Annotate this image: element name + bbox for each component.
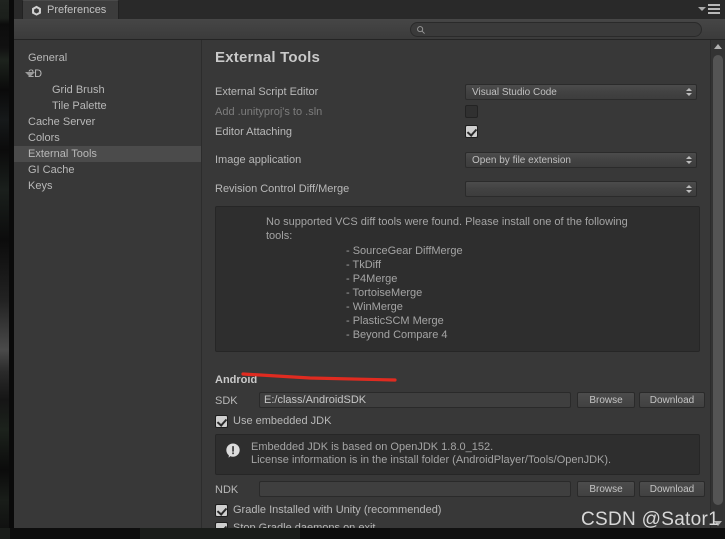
jdk-info-line2: License information is in the install fo… <box>251 454 612 466</box>
editor-attaching-checkbox[interactable] <box>465 125 478 138</box>
vcs-notice-headline: No supported VCS diff tools were found. … <box>266 216 628 228</box>
sidebar-item-general[interactable]: General <box>14 50 201 66</box>
vcs-tool-item: - P4Merge <box>346 273 398 285</box>
gradle-installed-checkbox[interactable] <box>215 503 228 517</box>
sidebar-item-tile-palette[interactable]: Tile Palette <box>14 98 201 114</box>
vcs-notice-box: No supported VCS diff tools were found. … <box>215 206 700 352</box>
triangle-down-icon[interactable] <box>25 71 35 77</box>
gradle-installed-label: Gradle Installed with Unity (recommended… <box>233 504 442 516</box>
use-embedded-jdk-checkbox[interactable] <box>215 414 228 428</box>
jdk-info-text: Embedded JDK is based on OpenJDK 1.8.0_1… <box>251 441 691 467</box>
window-options-menu[interactable] <box>698 2 720 16</box>
content-vertical-scrollbar[interactable] <box>710 40 725 528</box>
row-external-script-editor: External Script Editor Visual Studio Cod… <box>215 84 697 102</box>
tab-preferences-label: Preferences <box>47 3 107 16</box>
jdk-info-line1: Embedded JDK is based on OpenJDK 1.8.0_1… <box>251 441 494 453</box>
ndk-browse-button[interactable]: Browse <box>577 481 635 497</box>
settings-sidebar: General 2D Grid Brush Tile Palette Cache… <box>14 40 202 528</box>
sidebar-item-cache-server[interactable]: Cache Server <box>14 114 201 130</box>
row-revision-control: Revision Control Diff/Merge <box>215 181 697 199</box>
sidebar-item-colors[interactable]: Colors <box>14 130 201 146</box>
vcs-tool-item: - Beyond Compare 4 <box>346 329 448 341</box>
external-script-editor-value: Visual Studio Code <box>472 86 557 98</box>
vcs-tool-list: - SourceGear DiffMerge - TkDiff - P4Merg… <box>346 244 689 342</box>
chevron-updown-icon <box>685 155 692 166</box>
ndk-label: NDK <box>215 484 239 496</box>
sdk-download-button[interactable]: Download <box>639 392 705 408</box>
sidebar-item-gi-cache[interactable]: GI Cache <box>14 162 201 178</box>
stop-gradle-checkbox[interactable] <box>215 521 228 528</box>
chevron-updown-icon <box>685 184 692 195</box>
vcs-tool-item: - WinMerge <box>346 301 403 313</box>
sidebar-item-label: General <box>28 52 68 64</box>
image-application-dropdown[interactable]: Open by file extension <box>465 152 697 168</box>
sidebar-item-label: External Tools <box>28 148 97 160</box>
vcs-tool-item: - PlasticSCM Merge <box>346 315 444 327</box>
add-unityproj-label: Add .unityproj's to .sln <box>215 106 323 118</box>
external-script-editor-dropdown[interactable]: Visual Studio Code <box>465 84 697 100</box>
sdk-label: SDK <box>215 395 238 407</box>
editor-background-strip <box>0 0 14 539</box>
tab-preferences[interactable]: Preferences <box>22 0 120 19</box>
revision-control-label: Revision Control Diff/Merge <box>215 183 350 195</box>
vcs-notice-headline2: tools: <box>266 230 293 242</box>
sidebar-item-label: Tile Palette <box>52 100 107 112</box>
desktop-background: Preferences General 2D Grid Brush Tile P… <box>0 0 725 539</box>
info-exclamation-icon <box>226 443 240 458</box>
search-box[interactable] <box>410 22 702 37</box>
row-use-embedded-jdk: Use embedded JDK <box>215 413 697 429</box>
row-image-application: Image application Open by file extension <box>215 152 697 170</box>
ndk-download-button[interactable]: Download <box>639 481 705 497</box>
sidebar-item-label: Keys <box>28 180 53 192</box>
hamburger-menu-icon <box>708 4 720 14</box>
search-input[interactable] <box>426 23 701 36</box>
row-add-unityproj: Add .unityproj's to .sln <box>215 104 697 122</box>
sidebar-item-label: Cache Server <box>28 116 96 128</box>
page-title: External Tools <box>215 49 321 66</box>
jdk-info-box: Embedded JDK is based on OpenJDK 1.8.0_1… <box>215 434 700 475</box>
add-unityproj-checkbox[interactable] <box>465 105 478 118</box>
ndk-path-input[interactable] <box>259 481 571 497</box>
sdk-path-input[interactable] <box>259 392 571 408</box>
watermark-text: CSDN @Sator1 <box>581 509 719 530</box>
window-titlebar: Preferences <box>14 0 725 19</box>
sidebar-item-label: Colors <box>28 132 60 144</box>
editor-attaching-label: Editor Attaching <box>215 126 293 138</box>
chevron-updown-icon <box>685 87 692 98</box>
sidebar-item-keys[interactable]: Keys <box>14 178 201 194</box>
image-application-value: Open by file extension <box>472 154 571 166</box>
row-android-ndk: NDK Browse Download <box>215 481 705 498</box>
sidebar-item-label: Grid Brush <box>52 84 105 96</box>
vcs-tool-item: - TkDiff <box>346 259 382 271</box>
external-script-editor-label: External Script Editor <box>215 86 319 98</box>
image-application-label: Image application <box>215 154 302 166</box>
sidebar-item-2d[interactable]: 2D <box>14 66 201 82</box>
use-embedded-jdk-label: Use embedded JDK <box>233 415 332 427</box>
revision-control-dropdown[interactable] <box>465 181 697 197</box>
unity-logo-icon <box>32 5 41 16</box>
scrollbar-thumb[interactable] <box>713 55 723 505</box>
window-body: General 2D Grid Brush Tile Palette Cache… <box>14 40 725 528</box>
chevron-down-icon <box>698 6 706 11</box>
vcs-tool-item: - TortoiseMerge <box>346 287 423 299</box>
sidebar-item-grid-brush[interactable]: Grid Brush <box>14 82 201 98</box>
preferences-window: Preferences General 2D Grid Brush Tile P… <box>14 0 725 528</box>
sdk-browse-button[interactable]: Browse <box>577 392 635 408</box>
sidebar-item-label: GI Cache <box>28 164 75 176</box>
row-android-sdk: SDK Browse Download <box>215 392 705 409</box>
row-editor-attaching: Editor Attaching <box>215 124 697 142</box>
sidebar-item-external-tools[interactable]: External Tools <box>14 146 201 162</box>
scroll-up-arrow-icon[interactable] <box>711 40 725 52</box>
stop-gradle-label: Stop Gradle daemons on exit <box>233 522 376 528</box>
search-toolbar <box>14 19 725 40</box>
search-icon <box>417 25 425 34</box>
android-section-title: Android <box>215 374 258 386</box>
settings-content-panel: External Tools External Script Editor Vi… <box>202 40 725 528</box>
vcs-tool-item: - SourceGear DiffMerge <box>346 245 463 257</box>
